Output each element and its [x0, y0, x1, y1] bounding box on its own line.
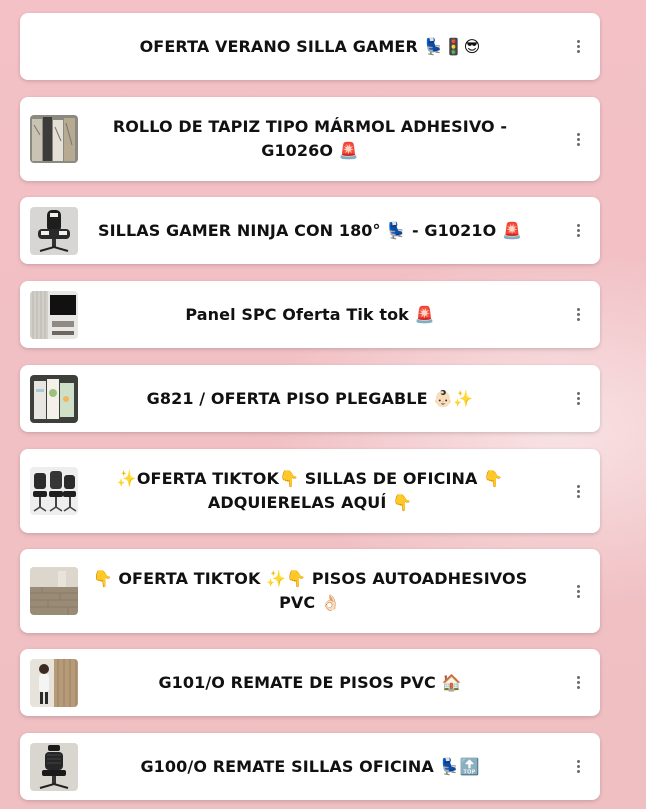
- office-chairs-thumbnail: [30, 467, 78, 515]
- more-vertical-icon[interactable]: [570, 481, 586, 501]
- link-title: ROLLO DE TAPIZ TIPO MÁRMOL ADHESIVO - G1…: [112, 117, 508, 160]
- link-title: G821 / OFERTA PISO PLEGABLE 👶🏻✨: [146, 388, 474, 408]
- link-title: ✨OFERTA TIKTOK👇 SILLAS DE OFICINA 👇 ADQU…: [116, 469, 504, 512]
- wall-panel-thumbnail: [30, 290, 78, 339]
- more-vertical-icon[interactable]: [570, 757, 586, 777]
- link-title: 👇 OFERTA TIKTOK ✨👇 PISOS AUTOADHESIVOS P…: [92, 569, 528, 612]
- link-card-sillas-oficina-tiktok[interactable]: ✨OFERTA TIKTOK👇 SILLAS DE OFICINA 👇 ADQU…: [20, 449, 600, 533]
- link-card-sillas-gamer-ninja[interactable]: SILLAS GAMER NINJA CON 180° 💺 - G1021O 🚨: [20, 197, 600, 264]
- link-card-pisos-autoadhesivos[interactable]: 👇 OFERTA TIKTOK ✨👇 PISOS AUTOADHESIVOS P…: [20, 549, 600, 633]
- ergonomic-chair-thumbnail: [30, 742, 78, 791]
- link-title: G101/O REMATE DE PISOS PVC 🏠: [158, 672, 462, 692]
- link-card-remate-pisos-pvc[interactable]: G101/O REMATE DE PISOS PVC 🏠: [20, 649, 600, 716]
- more-vertical-icon[interactable]: [570, 305, 586, 325]
- more-vertical-icon[interactable]: [570, 673, 586, 693]
- folding-mat-thumbnail: [30, 374, 78, 423]
- link-title: G100/O REMATE SILLAS OFICINA 💺🔝: [140, 756, 480, 776]
- link-title: Panel SPC Oferta Tik tok 🚨: [185, 304, 435, 324]
- more-vertical-icon[interactable]: [570, 581, 586, 601]
- more-vertical-icon[interactable]: [570, 221, 586, 241]
- link-card-remate-sillas-oficina[interactable]: G100/O REMATE SILLAS OFICINA 💺🔝: [20, 733, 600, 800]
- link-title: OFERTA VERANO SILLA GAMER 💺🚦😎: [139, 36, 481, 56]
- gamer-chair-thumbnail: [30, 206, 78, 255]
- link-card-oferta-verano-silla-gamer[interactable]: OFERTA VERANO SILLA GAMER 💺🚦😎: [20, 13, 600, 80]
- more-vertical-icon[interactable]: [570, 389, 586, 409]
- link-card-rollo-tapiz-marmol[interactable]: ROLLO DE TAPIZ TIPO MÁRMOL ADHESIVO - G1…: [20, 97, 600, 181]
- more-vertical-icon[interactable]: [570, 37, 586, 57]
- link-card-piso-plegable[interactable]: G821 / OFERTA PISO PLEGABLE 👶🏻✨: [20, 365, 600, 432]
- link-card-panel-spc[interactable]: Panel SPC Oferta Tik tok 🚨: [20, 281, 600, 348]
- more-vertical-icon[interactable]: [570, 129, 586, 149]
- link-title: SILLAS GAMER NINJA CON 180° 💺 - G1021O 🚨: [98, 220, 522, 240]
- link-list: OFERTA VERANO SILLA GAMER 💺🚦😎 ROLLO DE T…: [20, 13, 600, 800]
- person-floor-thumbnail: [30, 658, 78, 707]
- marble-rolls-thumbnail: [30, 115, 78, 163]
- wood-floor-thumbnail: [30, 567, 78, 615]
